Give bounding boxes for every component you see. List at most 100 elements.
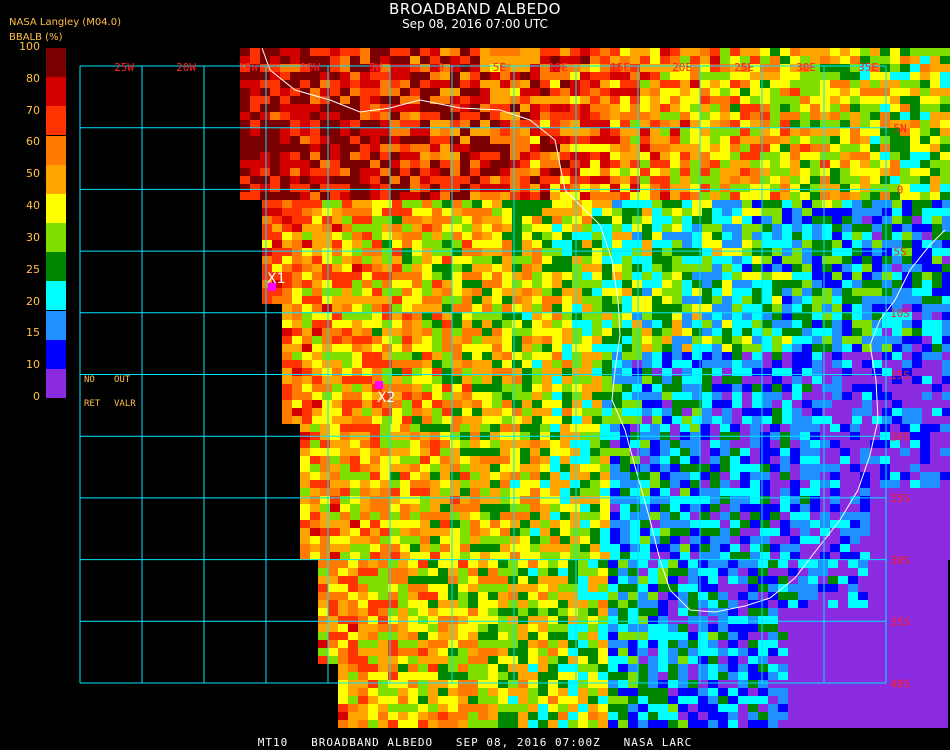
raster-cell	[472, 200, 482, 208]
raster-cell	[810, 88, 820, 96]
raster-cell	[502, 400, 512, 408]
raster-cell	[650, 512, 660, 520]
raster-cell	[280, 88, 290, 96]
raster-cell	[812, 264, 822, 272]
raster-cell	[890, 472, 900, 480]
raster-cell	[710, 96, 720, 104]
raster-cell	[548, 600, 558, 608]
raster-cell	[722, 304, 732, 312]
raster-cell	[312, 256, 322, 264]
raster-cell	[540, 160, 550, 168]
raster-cell	[940, 440, 950, 448]
raster-cell	[642, 408, 652, 416]
raster-cell	[492, 376, 502, 384]
raster-cell	[662, 328, 672, 336]
raster-cell	[510, 80, 520, 88]
raster-cell	[820, 512, 830, 520]
raster-cell	[920, 88, 930, 96]
raster-cell	[610, 544, 620, 552]
raster-cell	[572, 336, 582, 344]
raster-cell	[622, 400, 632, 408]
raster-cell	[702, 224, 712, 232]
raster-cell	[918, 576, 928, 584]
raster-cell	[448, 584, 458, 592]
raster-cell	[470, 112, 480, 120]
raster-cell	[622, 328, 632, 336]
raster-cell	[508, 608, 518, 616]
raster-cell	[660, 504, 670, 512]
raster-cell	[472, 240, 482, 248]
raster-cell	[750, 488, 760, 496]
raster-cell	[890, 464, 900, 472]
raster-cell	[270, 120, 280, 128]
raster-cell	[850, 456, 860, 464]
raster-cell	[550, 544, 560, 552]
raster-cell	[820, 424, 830, 432]
raster-cell	[830, 96, 840, 104]
raster-cell	[850, 128, 860, 136]
raster-cell	[458, 576, 468, 584]
raster-cell	[812, 376, 822, 384]
raster-cell	[690, 504, 700, 512]
raster-cell	[530, 552, 540, 560]
raster-cell	[688, 592, 698, 600]
raster-cell	[580, 472, 590, 480]
raster-cell	[880, 136, 890, 144]
raster-cell	[470, 136, 480, 144]
raster-cell	[782, 416, 792, 424]
raster-cell	[548, 576, 558, 584]
raster-cell	[742, 280, 752, 288]
raster-cell	[700, 512, 710, 520]
raster-cell	[510, 168, 520, 176]
raster-cell	[940, 520, 950, 528]
raster-cell	[618, 624, 628, 632]
raster-cell	[820, 488, 830, 496]
raster-cell	[922, 272, 932, 280]
raster-cell	[462, 392, 472, 400]
raster-cell	[312, 376, 322, 384]
raster-cell	[330, 128, 340, 136]
raster-cell	[378, 632, 388, 640]
raster-cell	[710, 504, 720, 512]
raster-cell	[602, 336, 612, 344]
raster-cell	[880, 120, 890, 128]
raster-cell	[802, 360, 812, 368]
raster-cell	[422, 392, 432, 400]
raster-cell	[442, 392, 452, 400]
raster-cell	[502, 216, 512, 224]
raster-cell	[360, 504, 370, 512]
raster-cell	[762, 232, 772, 240]
raster-cell	[428, 568, 438, 576]
raster-cell	[690, 104, 700, 112]
raster-cell	[548, 584, 558, 592]
raster-cell	[482, 264, 492, 272]
raster-cell	[300, 552, 310, 560]
raster-cell	[852, 408, 862, 416]
raster-cell	[328, 560, 338, 568]
raster-cell	[360, 480, 370, 488]
raster-cell	[772, 328, 782, 336]
raster-cell	[608, 584, 618, 592]
raster-cell	[790, 496, 800, 504]
raster-cell	[440, 168, 450, 176]
raster-cell	[778, 560, 788, 568]
raster-cell	[922, 368, 932, 376]
raster-cell	[828, 592, 838, 600]
raster-cell	[850, 472, 860, 480]
raster-cell	[420, 56, 430, 64]
raster-cell	[270, 80, 280, 88]
raster-cell	[322, 256, 332, 264]
raster-cell	[498, 616, 508, 624]
raster-cell	[552, 280, 562, 288]
raster-cell	[842, 200, 852, 208]
raster-cell	[430, 512, 440, 520]
raster-cell	[602, 408, 612, 416]
raster-cell	[770, 512, 780, 520]
raster-cell	[800, 168, 810, 176]
raster-cell	[660, 152, 670, 160]
raster-cell	[272, 216, 282, 224]
raster-cell	[780, 464, 790, 472]
raster-cell	[648, 584, 658, 592]
raster-cell	[292, 384, 302, 392]
raster-cell	[480, 528, 490, 536]
